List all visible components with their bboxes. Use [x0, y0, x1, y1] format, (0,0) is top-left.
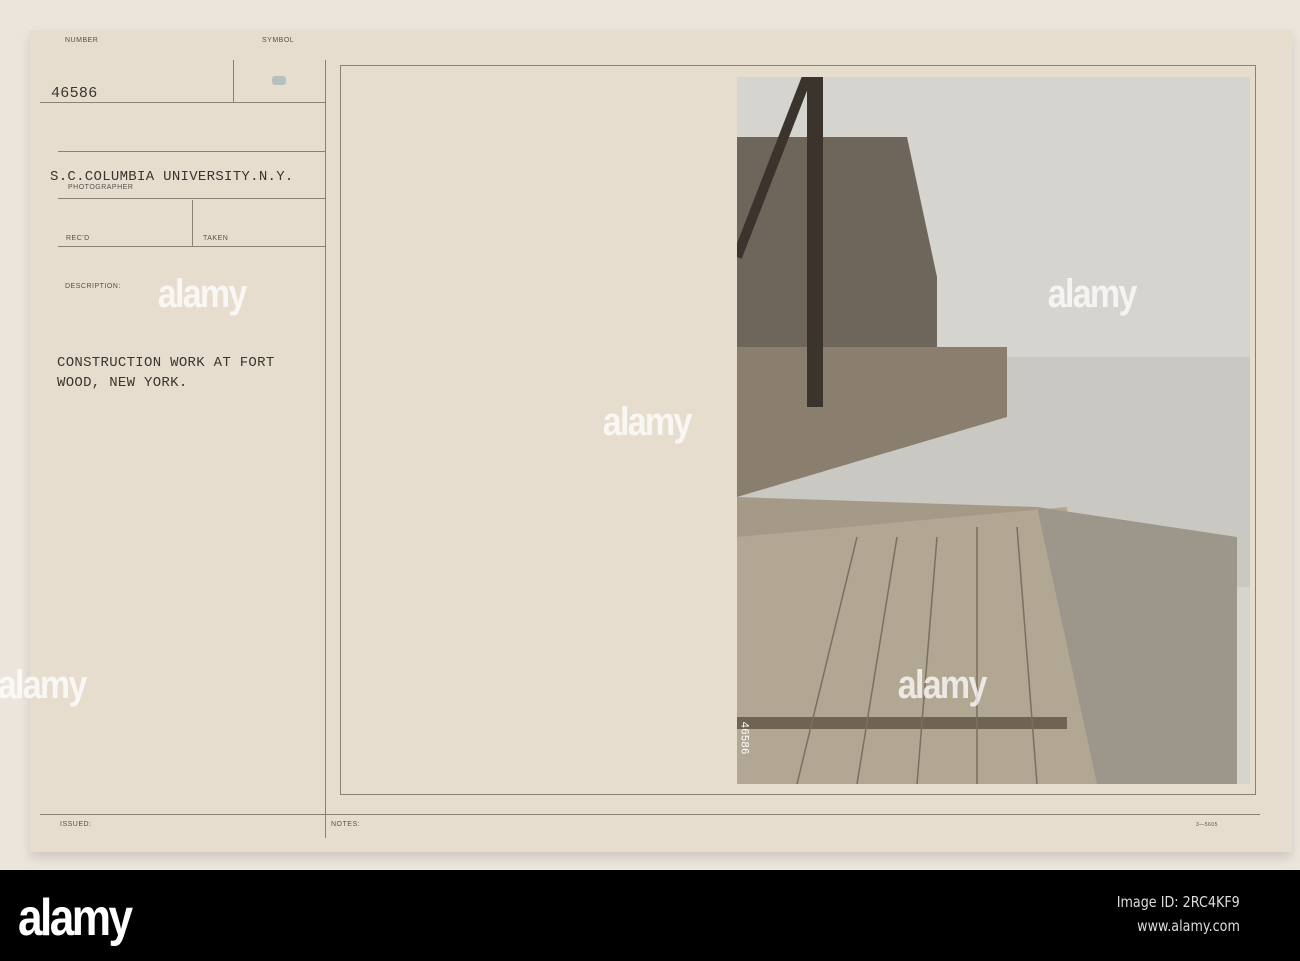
site-url[interactable]: www.alamy.com: [1137, 917, 1240, 935]
photographer-label: PHOTOGRAPHER: [68, 184, 134, 191]
photographer-value: S.C.COLUMBIA UNIVERSITY.N.Y.: [50, 169, 294, 185]
divider: [58, 246, 325, 247]
issued-label: ISSUED:: [60, 821, 92, 828]
recd-label: REC'D: [66, 235, 90, 242]
photo-negative-number: 46586: [737, 721, 750, 755]
divider: [233, 60, 234, 102]
divider: [40, 102, 325, 103]
watermark: alamy: [1047, 272, 1138, 316]
description-line-1: CONSTRUCTION WORK AT FORT: [57, 355, 275, 371]
divider: [40, 814, 1260, 815]
construction-scene: [737, 77, 1250, 784]
notes-label: NOTES:: [331, 821, 361, 828]
footer-bar: [0, 870, 1300, 961]
number-value: 46586: [51, 85, 98, 102]
divider: [58, 198, 325, 199]
watermark: alamy: [157, 272, 248, 316]
form-code: 3—5605: [1196, 822, 1218, 828]
description-line-2: WOOD, NEW YORK.: [57, 375, 188, 391]
watermark: alamy: [0, 663, 87, 707]
watermark: alamy: [602, 400, 693, 444]
image-id: Image ID: 2RC4KF9: [1116, 893, 1240, 911]
column-divider: [325, 60, 326, 838]
alamy-logo: alamy: [18, 889, 133, 947]
divider: [192, 200, 193, 246]
divider: [58, 151, 325, 152]
symbol-label: SYMBOL: [262, 37, 295, 44]
description-label: DESCRIPTION:: [65, 283, 121, 290]
taken-label: TAKEN: [203, 235, 229, 242]
number-label: NUMBER: [65, 37, 99, 44]
symbol-stamp: [272, 76, 286, 85]
photograph: 46586: [737, 77, 1250, 784]
watermark: alamy: [897, 663, 988, 707]
